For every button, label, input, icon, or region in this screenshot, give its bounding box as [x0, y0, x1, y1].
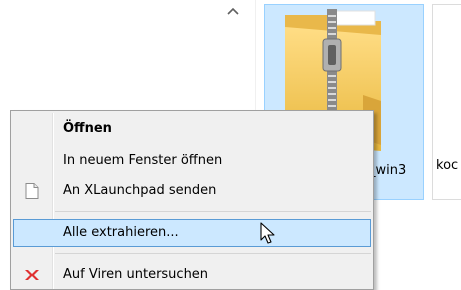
- scrollbar-track-divider: [255, 0, 256, 110]
- menu-item-open[interactable]: Öffnen: [13, 115, 371, 143]
- menu-item-label: An XLaunchpad senden: [63, 183, 217, 198]
- menu-item-virus-scan[interactable]: Auf Viren untersuchen: [13, 261, 371, 289]
- chevron-up-icon: [227, 7, 239, 15]
- menu-item-label: Alle extrahieren...: [63, 225, 179, 240]
- menu-item-label: In neuem Fenster öffnen: [63, 153, 223, 168]
- menu-item-label: Auf Viren untersuchen: [63, 267, 209, 282]
- menu-item-extract-all[interactable]: Alle extrahieren...: [13, 219, 371, 247]
- scroll-up-button[interactable]: [224, 4, 242, 18]
- file-name-label: _win3: [369, 163, 407, 178]
- menu-separator: [55, 211, 371, 212]
- antivirus-icon: [23, 266, 41, 284]
- menu-item-open-new-window[interactable]: In neuem Fenster öffnen: [13, 147, 371, 175]
- menu-separator: [55, 253, 371, 254]
- menu-item-send-to-xlaunchpad[interactable]: An XLaunchpad senden: [13, 177, 371, 205]
- next-file-name-label: koc: [436, 158, 459, 173]
- document-icon: [23, 182, 41, 200]
- mouse-pointer-icon: [260, 222, 276, 250]
- menu-item-label: Öffnen: [63, 121, 112, 136]
- context-menu: Öffnen In neuem Fenster öffnen An XLaunc…: [10, 110, 374, 290]
